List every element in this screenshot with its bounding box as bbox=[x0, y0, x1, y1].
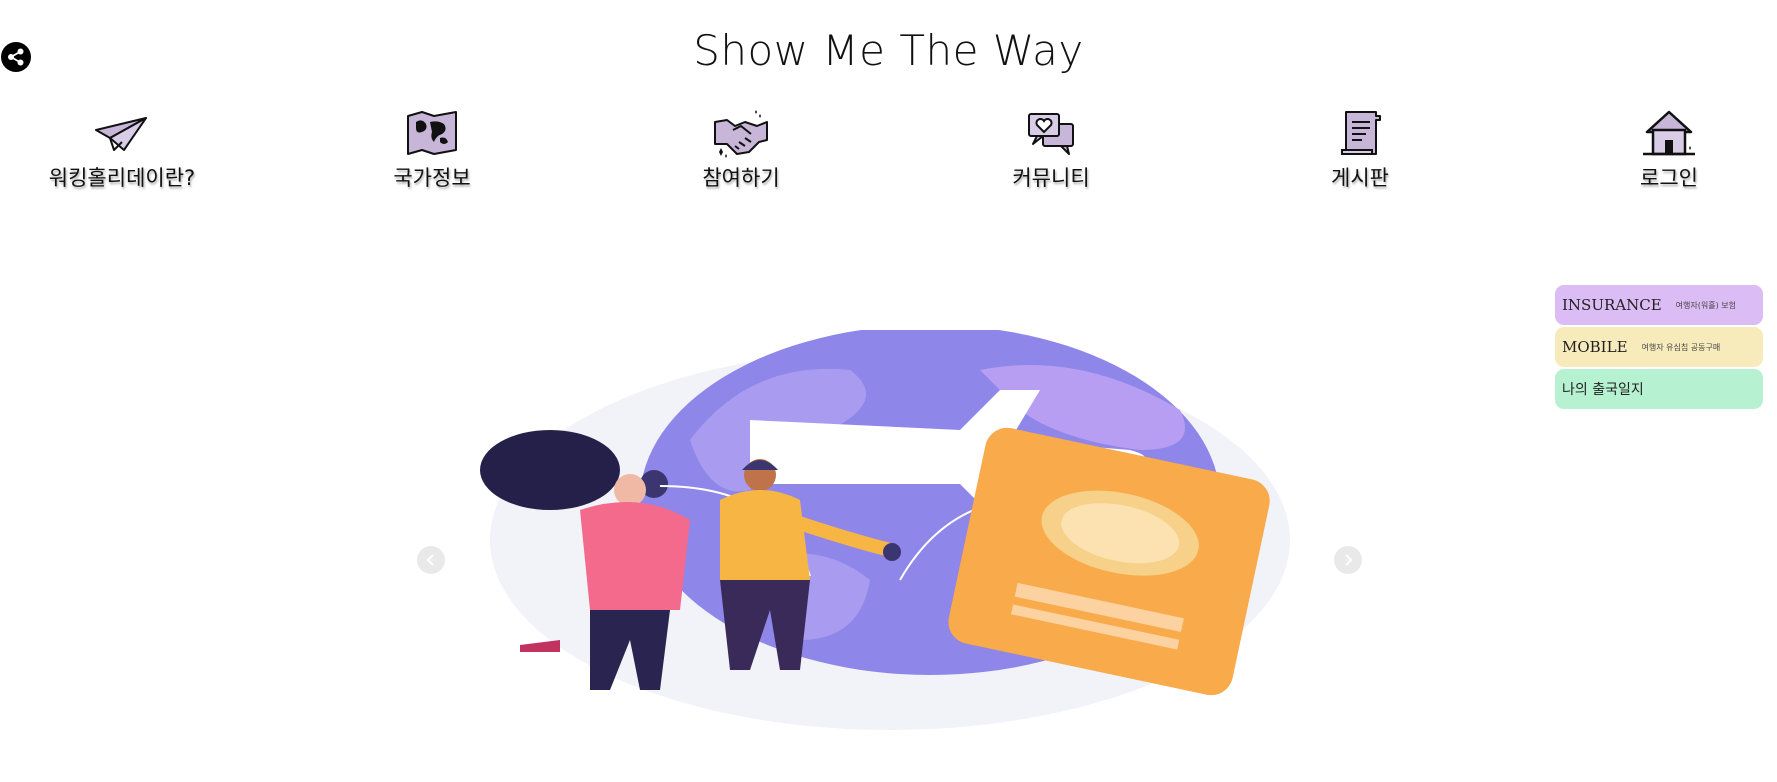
nav-label: 워킹홀리데이란? bbox=[48, 166, 196, 190]
scroll-document-icon bbox=[1341, 111, 1381, 155]
nav-label: 게시판 bbox=[1331, 166, 1389, 190]
travel-illustration bbox=[480, 330, 1290, 730]
handshake-icon bbox=[714, 110, 768, 158]
nav-item-login[interactable]: 로그인 bbox=[1569, 108, 1769, 192]
insurance-menu-item[interactable]: INSURANCE 여행자(워홀) 보험 bbox=[1555, 285, 1763, 325]
nav-item-community[interactable]: 커뮤니티 bbox=[951, 108, 1151, 192]
insurance-sub-label: 여행자(워홀) 보험 bbox=[1675, 300, 1736, 310]
slider-prev-button[interactable] bbox=[417, 546, 445, 574]
nav-item-country-info[interactable]: 국가정보 bbox=[332, 108, 532, 192]
mobile-label: MOBILE bbox=[1562, 338, 1628, 356]
chevron-right-icon bbox=[1345, 554, 1353, 566]
mobile-menu-item[interactable]: MOBILE 여행자 유심칩 공동구매 bbox=[1555, 327, 1763, 367]
main-nav: 워킹홀리데이란? 국가정보 참여하기 커뮤니티 게시판 로그인 bbox=[0, 108, 1777, 198]
slider-next-button[interactable] bbox=[1334, 546, 1362, 574]
mobile-sub-label: 여행자 유심칩 공동구매 bbox=[1641, 342, 1721, 352]
chat-heart-icon bbox=[1028, 113, 1074, 155]
departure-journal-label: 나의 출국일지 bbox=[1562, 382, 1644, 398]
site-title[interactable]: Show Me The Way bbox=[0, 26, 1777, 75]
nav-item-board[interactable]: 게시판 bbox=[1260, 108, 1460, 192]
insurance-label: INSURANCE bbox=[1562, 296, 1662, 314]
world-map-icon bbox=[407, 111, 457, 155]
side-menu: INSURANCE 여행자(워홀) 보험 MOBILE 여행자 유심칩 공동구매… bbox=[1555, 285, 1763, 411]
departure-journal-menu-item[interactable]: 나의 출국일지 bbox=[1555, 369, 1763, 409]
nav-label: 참여하기 bbox=[702, 166, 780, 190]
chevron-left-icon bbox=[426, 554, 434, 566]
nav-label: 커뮤니티 bbox=[1012, 166, 1090, 190]
nav-item-working-holiday[interactable]: 워킹홀리데이란? bbox=[22, 108, 222, 192]
house-icon bbox=[1643, 110, 1695, 156]
paper-plane-icon bbox=[95, 117, 147, 151]
nav-label: 로그인 bbox=[1640, 166, 1698, 190]
nav-item-participate[interactable]: 참여하기 bbox=[641, 108, 841, 192]
nav-label: 국가정보 bbox=[393, 166, 471, 190]
